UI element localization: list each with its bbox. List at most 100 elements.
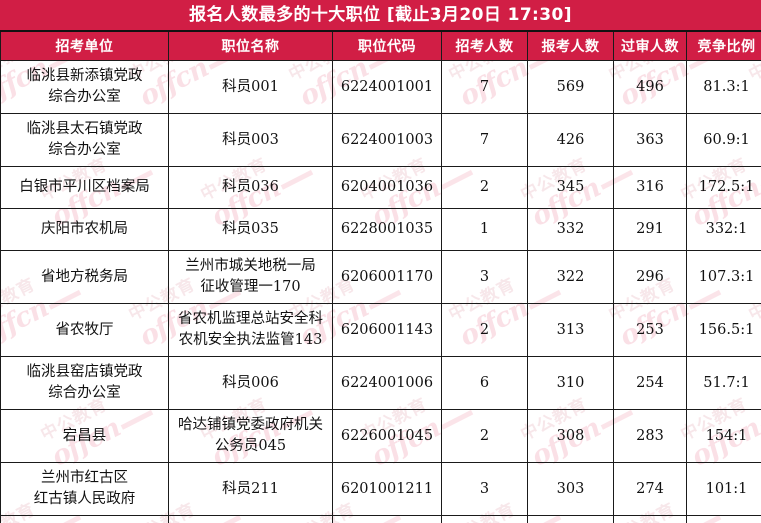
cell-pass-count: 228 <box>613 515 687 523</box>
column-header-hire: 招考人数 <box>441 32 528 61</box>
cell-position-name: 科员189 <box>168 515 333 523</box>
cell-apply-count: 313 <box>527 303 614 358</box>
cell-hire-count: 6 <box>441 356 528 411</box>
cell-apply-count: 310 <box>527 356 614 411</box>
cell-position-code: 6224001006 <box>332 356 442 411</box>
table-row: 庆阳市农机局 科员035 6228001035 1 332 291 332:1 <box>0 208 761 252</box>
table-row: 省地方税务局 兰州市城关地税一局 征收管理一170 6206001170 3 322 296… <box>0 250 761 305</box>
cell-pass-count: 363 <box>613 113 687 168</box>
column-header-code: 职位代码 <box>332 32 442 61</box>
cell-pass-count: 316 <box>613 166 687 210</box>
cell-position-code: 6224001003 <box>332 113 442 168</box>
cell-unit: 白银市平川区档案局 <box>0 166 169 210</box>
cell-pass-count: 274 <box>613 462 687 517</box>
cell-unit-line: 临洮县窑店镇党政 <box>26 364 143 381</box>
cell-unit-line: 综合办公室 <box>48 89 121 106</box>
cell-position-name-line: 征收管理一170 <box>200 279 301 296</box>
cell-competition-ratio: 97:1 <box>686 515 761 523</box>
table-header-row: 招考单位 职位名称 职位代码 招考人数 报考人数 过审人数 竞争比例 <box>0 32 761 61</box>
cell-position-name-line: 兰州市城关地税一局 <box>185 258 316 275</box>
cell-position-name-line: 农机安全执法监管143 <box>178 332 323 349</box>
cell-unit-line: 省地方税务局 <box>41 268 128 285</box>
cell-apply-count: 303 <box>527 462 614 517</box>
cell-unit-line: 兰州市红古区 <box>41 470 128 487</box>
cell-position-name: 省农机监理总站安全科 农机安全执法监管143 <box>168 303 333 358</box>
cell-unit: 庆阳市农机局 <box>0 208 169 252</box>
cell-competition-ratio: 51.7:1 <box>686 356 761 411</box>
cell-position-name-line: 科员001 <box>222 78 279 95</box>
cell-hire-count: 3 <box>441 250 528 305</box>
cell-position-name: 兰州市城关地税一局 征收管理一170 <box>168 250 333 305</box>
cell-unit: 省农牧厅 <box>0 303 169 358</box>
table-body: 临洮县新添镇党政 综合办公室 科员001 6224001001 7 569 496 81.3:… <box>0 59 761 523</box>
cell-unit-line: 省农牧厅 <box>55 321 114 338</box>
cell-unit: 省地方税务局 <box>0 250 169 305</box>
cell-competition-ratio: 154:1 <box>686 409 761 464</box>
cell-unit-line: 庆阳市农机局 <box>41 221 128 238</box>
cell-pass-count: 296 <box>613 250 687 305</box>
cell-unit-line: 临洮县新添镇党政 <box>26 68 143 84</box>
table-row: 临洮县太石镇党政 综合办公室 科员003 6224001003 7 426 363 60.9:… <box>0 113 761 168</box>
cell-apply-count: 322 <box>527 250 614 305</box>
table-row: 省农牧厅 省农机监理总站安全科 农机安全执法监管143 6206001143 2 313 2… <box>0 303 761 358</box>
cell-position-name: 科员001 <box>168 59 333 115</box>
cell-position-code: 6201001189 <box>332 515 442 523</box>
cell-apply-count: 308 <box>527 409 614 464</box>
cell-position-name-line: 科员036 <box>222 179 279 196</box>
cell-unit-line: 白银市平川区档案局 <box>19 179 150 196</box>
cell-unit: 宕昌县 <box>0 409 169 464</box>
cell-unit-line: 红古镇人民政府 <box>33 491 136 508</box>
cell-apply-count: 426 <box>527 113 614 168</box>
cell-hire-count: 1 <box>441 208 528 252</box>
cell-hire-count: 3 <box>441 462 528 517</box>
cell-pass-count: 291 <box>613 208 687 252</box>
cell-position-name: 科员211 <box>168 462 333 517</box>
cell-position-name-line: 科员035 <box>222 221 279 238</box>
cell-unit: 临洮县太石镇党政 综合办公室 <box>0 113 169 168</box>
column-header-unit: 招考单位 <box>0 32 169 61</box>
cell-position-code: 6201001211 <box>332 462 442 517</box>
cell-position-code: 6228001035 <box>332 208 442 252</box>
cell-position-name: 科员036 <box>168 166 333 210</box>
cell-competition-ratio: 172.5:1 <box>686 166 761 210</box>
cell-pass-count: 283 <box>613 409 687 464</box>
cell-apply-count: 345 <box>527 166 614 210</box>
cell-competition-ratio: 107.3:1 <box>686 250 761 305</box>
cell-position-name-line: 科员006 <box>222 374 279 391</box>
cell-unit-line: 临洮县太石镇党政 <box>26 121 143 138</box>
cell-apply-count: 291 <box>527 515 614 523</box>
cell-hire-count: 7 <box>441 59 528 115</box>
table-row: 临洮县新添镇党政 综合办公室 科员001 6224001001 7 569 496 81.3:… <box>0 59 761 115</box>
cell-position-name-line: 科员003 <box>222 131 279 148</box>
cell-competition-ratio: 156.5:1 <box>686 303 761 358</box>
cell-hire-count: 7 <box>441 113 528 168</box>
table-row: 宕昌县 哈达铺镇党委政府机关 公务员045 6226001045 2 308 283 154:… <box>0 409 761 464</box>
table-row: 西固区就业服务局科员1896201001189329122897:1 <box>0 515 761 523</box>
column-header-pass: 过审人数 <box>613 32 687 61</box>
cell-unit: 兰州市红古区 红古镇人民政府 <box>0 462 169 517</box>
cell-unit-line: 综合办公室 <box>48 142 121 159</box>
page-title: 报名人数最多的十大职位 [截止3月20日 17:30] <box>189 4 572 25</box>
cell-pass-count: 253 <box>613 303 687 358</box>
table-row: 白银市平川区档案局 科员036 6204001036 2 345 316 172.5:1 <box>0 166 761 210</box>
cell-competition-ratio: 101:1 <box>686 462 761 517</box>
cell-hire-count: 2 <box>441 166 528 210</box>
table-head: 招考单位 职位名称 职位代码 招考人数 报考人数 过审人数 竞争比例 <box>0 32 761 61</box>
cell-hire-count: 3 <box>441 515 528 523</box>
cell-unit: 西固区就业服务局 <box>0 515 169 523</box>
cell-position-name-line: 公务员045 <box>214 438 287 455</box>
cell-unit-line: 综合办公室 <box>48 385 121 402</box>
cell-unit: 临洮县新添镇党政 综合办公室 <box>0 59 169 115</box>
cell-hire-count: 2 <box>441 303 528 358</box>
column-header-ratio: 竞争比例 <box>686 32 761 61</box>
cell-unit-line: 宕昌县 <box>62 427 107 444</box>
cell-position-name: 科员003 <box>168 113 333 168</box>
cell-position-name-line: 哈达铺镇党委政府机关 <box>178 417 323 434</box>
cell-position-name-line: 省农机监理总站安全科 <box>178 311 323 328</box>
cell-position-name: 科员035 <box>168 208 333 252</box>
cell-position-code: 6204001036 <box>332 166 442 210</box>
cell-competition-ratio: 81.3:1 <box>686 59 761 115</box>
page-title-bar: 报名人数最多的十大职位 [截止3月20日 17:30] <box>0 0 761 32</box>
cell-position-name: 科员006 <box>168 356 333 411</box>
cell-position-code: 6206001143 <box>332 303 442 358</box>
